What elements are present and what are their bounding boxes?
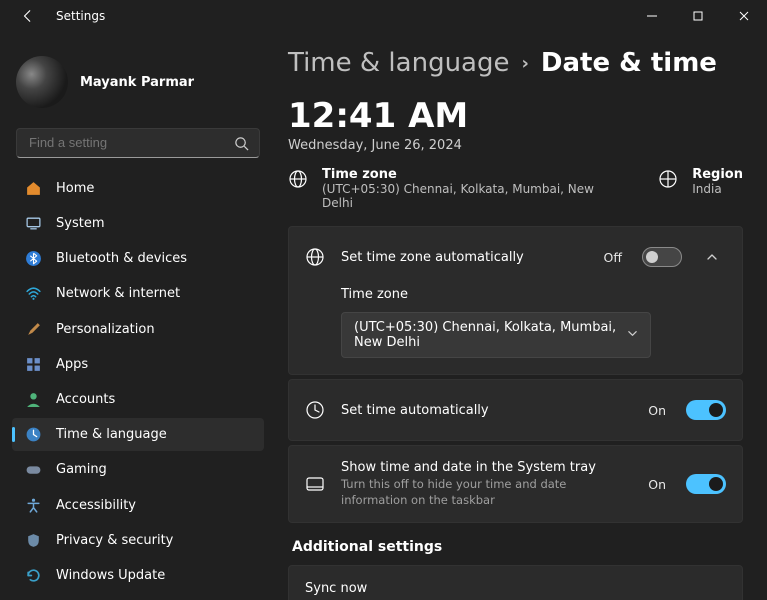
back-button[interactable]	[16, 9, 40, 23]
auto-timezone-toggle[interactable]	[642, 247, 682, 267]
setting-description: Turn this off to hide your time and date…	[341, 477, 632, 508]
sidebar-item-time[interactable]: Time & language	[12, 418, 264, 451]
systray-toggle[interactable]	[686, 474, 726, 494]
search-input[interactable]	[17, 129, 259, 157]
close-button[interactable]	[721, 0, 767, 32]
setting-auto-time: Set time automatically On	[288, 379, 743, 441]
setting-label: Set time automatically	[341, 403, 632, 418]
content: Time & language › Date & time 12:41 AM W…	[272, 32, 767, 600]
home-icon	[24, 179, 42, 197]
auto-time-toggle[interactable]	[686, 400, 726, 420]
search-box[interactable]	[16, 128, 260, 158]
setting-label: Show time and date in the System tray	[341, 460, 632, 475]
timezone-label: Time zone	[341, 287, 726, 302]
globe-icon	[288, 169, 308, 189]
sidebar-item-gaming[interactable]: Gaming	[12, 453, 264, 486]
sidebar-item-label: Bluetooth & devices	[56, 251, 187, 266]
taskbar-icon	[305, 474, 325, 494]
minimize-button[interactable]	[629, 0, 675, 32]
dropdown-value: (UTC+05:30) Chennai, Kolkata, Mumbai, Ne…	[354, 320, 627, 350]
search-icon	[234, 136, 249, 155]
timezone-subpanel: Time zone (UTC+05:30) Chennai, Kolkata, …	[289, 287, 742, 374]
sidebar-item-network[interactable]: Network & internet	[12, 277, 264, 310]
sidebar-item-privacy[interactable]: Privacy & security	[12, 524, 264, 557]
sidebar-item-label: Time & language	[56, 427, 167, 442]
sidebar-item-home[interactable]: Home	[12, 172, 264, 205]
setting-sync-now[interactable]: Sync now	[288, 565, 743, 600]
sidebar-item-accounts[interactable]: Accounts	[12, 383, 264, 416]
wifi-icon	[24, 285, 42, 303]
timezone-dropdown[interactable]: (UTC+05:30) Chennai, Kolkata, Mumbai, Ne…	[341, 312, 651, 358]
info-title: Region	[692, 167, 743, 182]
brush-icon	[24, 320, 42, 338]
apps-icon	[24, 355, 42, 373]
nav: Home System Bluetooth & devices Network …	[12, 172, 264, 592]
sidebar-item-update[interactable]: Windows Update	[12, 559, 264, 592]
sidebar-item-accessibility[interactable]: Accessibility	[12, 488, 264, 521]
sidebar-item-personalization[interactable]: Personalization	[12, 313, 264, 346]
sidebar-item-label: Personalization	[56, 322, 155, 337]
toggle-state: On	[648, 403, 666, 418]
toggle-state: Off	[604, 250, 622, 265]
toggle-state: On	[648, 477, 666, 492]
avatar	[16, 56, 68, 108]
breadcrumb: Time & language › Date & time	[288, 48, 743, 78]
current-time: 12:41 AM	[288, 96, 743, 136]
profile[interactable]: Mayank Parmar	[12, 44, 264, 128]
update-icon	[24, 566, 42, 584]
info-region: Region India	[658, 167, 743, 210]
chevron-right-icon: ›	[521, 53, 528, 74]
sidebar-item-label: Privacy & security	[56, 533, 173, 548]
info-timezone: Time zone (UTC+05:30) Chennai, Kolkata, …	[288, 167, 618, 210]
window-title: Settings	[56, 9, 105, 23]
window-controls	[629, 0, 767, 32]
breadcrumb-current: Date & time	[541, 48, 717, 78]
setting-auto-timezone: Set time zone automatically Off Time zon…	[288, 226, 743, 375]
sidebar-item-system[interactable]: System	[12, 207, 264, 240]
sidebar-item-label: Accessibility	[56, 498, 136, 513]
sidebar-item-bluetooth[interactable]: Bluetooth & devices	[12, 242, 264, 275]
clock-globe-icon	[24, 426, 42, 444]
globe-icon	[658, 169, 678, 189]
clock-icon	[305, 400, 325, 420]
sidebar-item-label: Accounts	[56, 392, 115, 407]
sidebar-item-label: Network & internet	[56, 286, 180, 301]
info-title: Time zone	[322, 167, 618, 182]
profile-name: Mayank Parmar	[80, 75, 194, 90]
additional-settings-heading: Additional settings	[292, 539, 743, 555]
setting-label: Sync now	[305, 581, 726, 596]
titlebar: Settings	[0, 0, 767, 32]
chevron-down-icon	[627, 328, 638, 343]
sidebar: Mayank Parmar Home System Bluetooth & de…	[0, 32, 272, 600]
setting-label: Set time zone automatically	[341, 250, 588, 265]
globe-icon	[305, 247, 325, 267]
breadcrumb-parent[interactable]: Time & language	[288, 48, 509, 78]
sidebar-item-apps[interactable]: Apps	[12, 348, 264, 381]
info-value: India	[692, 182, 743, 196]
collapse-button[interactable]	[698, 243, 726, 271]
shield-icon	[24, 531, 42, 549]
maximize-button[interactable]	[675, 0, 721, 32]
info-value: (UTC+05:30) Chennai, Kolkata, Mumbai, Ne…	[322, 182, 618, 210]
sidebar-item-label: System	[56, 216, 104, 231]
sidebar-item-label: Home	[56, 181, 94, 196]
accessibility-icon	[24, 496, 42, 514]
sidebar-item-label: Apps	[56, 357, 88, 372]
setting-systray: Show time and date in the System tray Tu…	[288, 445, 743, 523]
person-icon	[24, 390, 42, 408]
bluetooth-icon	[24, 250, 42, 268]
current-date: Wednesday, June 26, 2024	[288, 138, 743, 153]
gamepad-icon	[24, 461, 42, 479]
system-icon	[24, 215, 42, 233]
sidebar-item-label: Gaming	[56, 462, 107, 477]
sidebar-item-label: Windows Update	[56, 568, 165, 583]
